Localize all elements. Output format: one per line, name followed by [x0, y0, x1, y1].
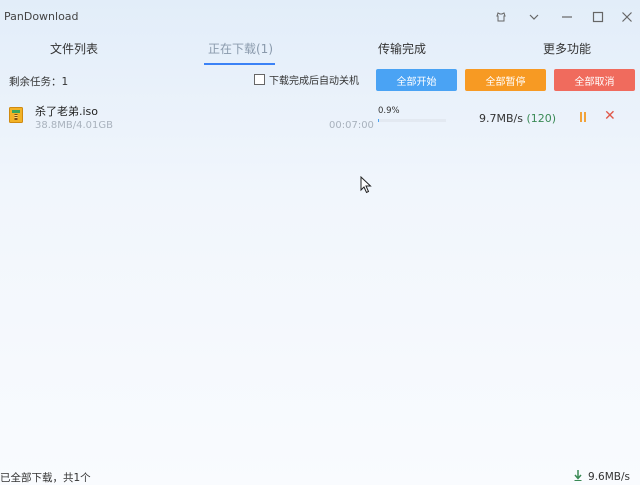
cancel-all-button[interactable]: 全部取消: [554, 69, 635, 91]
main-tabs: 文件列表 正在下载(1) 传输完成 更多功能: [0, 40, 640, 66]
tab-file-list[interactable]: 文件列表: [50, 40, 98, 62]
download-row[interactable]: 杀了老弟.iso 38.8MB/4.01GB 00:07:00 0.9% 9.7…: [0, 99, 640, 139]
download-arrow-icon: [574, 470, 582, 484]
connection-count: (120): [526, 112, 557, 125]
title-bar: PanDownload: [0, 0, 640, 34]
time-remaining: 00:07:00: [329, 120, 374, 131]
start-all-button[interactable]: 全部开始: [376, 69, 457, 91]
progress-bar-fill: [378, 119, 380, 122]
progress-bar: [378, 119, 446, 122]
download-speed: 9.7MB/s (120): [479, 112, 556, 125]
pause-all-button[interactable]: 全部暂停: [465, 69, 546, 91]
tab-more-features[interactable]: 更多功能: [543, 40, 591, 62]
auto-shutdown-checkbox[interactable]: 下载完成后自动关机: [254, 72, 359, 87]
skin-icon[interactable]: [490, 6, 512, 28]
status-speed: 9.6MB/s: [574, 470, 630, 484]
window-title: PanDownload: [4, 10, 79, 23]
pause-icon[interactable]: [580, 112, 590, 124]
auto-shutdown-label: 下载完成后自动关机: [269, 76, 359, 87]
status-summary: 已全部下载，共1个: [0, 472, 91, 484]
progress-percent: 0.9%: [378, 106, 400, 116]
tab-downloading[interactable]: 正在下载(1): [208, 40, 273, 62]
file-name: 杀了老弟.iso: [35, 105, 99, 118]
file-size: 38.8MB/4.01GB: [35, 120, 113, 131]
minimize-button[interactable]: [556, 6, 578, 28]
maximize-button[interactable]: [587, 6, 609, 28]
total-speed: 9.6MB/s: [588, 471, 630, 483]
active-tab-indicator: [204, 63, 275, 65]
remove-task-icon[interactable]: ✕: [604, 109, 616, 123]
menu-chevron-icon[interactable]: [523, 6, 545, 28]
remaining-tasks: 剩余任务：1: [9, 76, 69, 88]
checkbox-icon[interactable]: [254, 74, 265, 85]
close-window-button[interactable]: [616, 6, 638, 28]
mouse-cursor-icon: [360, 175, 372, 197]
tab-completed[interactable]: 传输完成: [378, 40, 426, 62]
archive-file-icon: [9, 107, 23, 123]
speed-value: 9.7MB/s: [479, 112, 523, 125]
